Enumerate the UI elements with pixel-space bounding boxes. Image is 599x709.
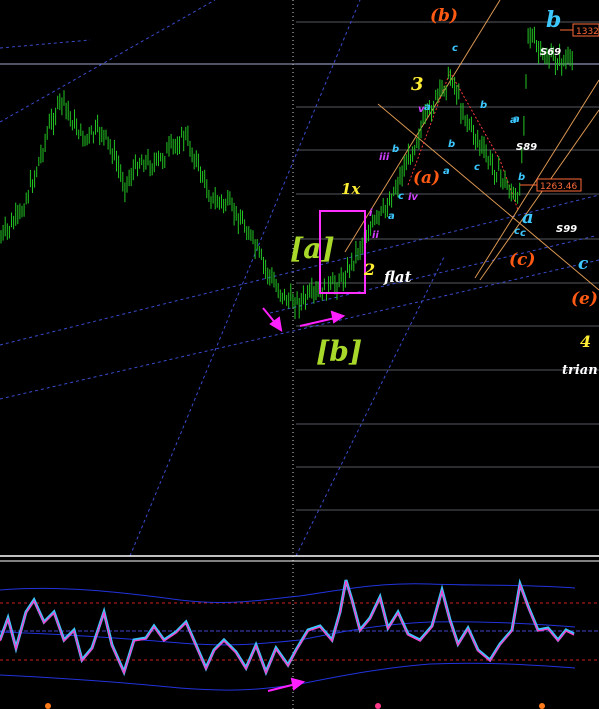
wave-label: 3 (411, 74, 424, 95)
sub-wave-label: S89 (516, 142, 537, 153)
wave-label: trian (562, 363, 598, 378)
sub-wave-label: b (480, 100, 487, 111)
sub-wave-label: b (392, 144, 399, 155)
wave-label: (b) (430, 6, 458, 26)
wave-label: (a) (413, 168, 440, 188)
sub-wave-label: a (388, 211, 395, 222)
sub-wave-label: iv (408, 192, 418, 203)
wave-label: (c) (509, 250, 535, 270)
sub-wave-label: iii (379, 152, 390, 163)
wave-label: flat (383, 268, 412, 286)
sub-wave-label: a (510, 115, 517, 126)
price-tag-1332-text: 1332 (576, 27, 599, 37)
wave-label: 4 (580, 332, 591, 351)
wave-label: a (522, 207, 534, 228)
sub-wave-label: b (518, 172, 525, 183)
wave-label: [a] (290, 232, 335, 265)
sub-wave-label: S99 (556, 224, 577, 235)
price-tag-1263-text: 1263.46 (540, 182, 577, 192)
chart-background (0, 0, 599, 709)
wave-label: [b] (316, 335, 362, 368)
sub-wave-label: c (398, 191, 404, 202)
elliott-wave-chart: 1332 1263.46 (b) b31x[a][b]2 flat(a)a(c)(e… (0, 0, 599, 709)
sub-wave-label: c (474, 162, 480, 173)
wave-label: c (578, 254, 589, 274)
sub-wave-label: c (520, 228, 526, 239)
sub-wave-label: c (452, 43, 458, 54)
sub-wave-label: S69 (540, 47, 561, 58)
wave-label: b (546, 7, 561, 33)
sub-wave-label: i (369, 208, 373, 219)
wave-label: (e) (571, 289, 598, 309)
sub-wave-label: b (448, 139, 455, 150)
wave-label: 1x (341, 180, 361, 198)
sub-wave-label: v (418, 104, 425, 115)
sub-wave-label: a (424, 102, 431, 113)
sub-wave-label: ii (372, 230, 379, 241)
wave-label: 2 (363, 260, 375, 279)
sub-wave-label: a (443, 166, 450, 177)
